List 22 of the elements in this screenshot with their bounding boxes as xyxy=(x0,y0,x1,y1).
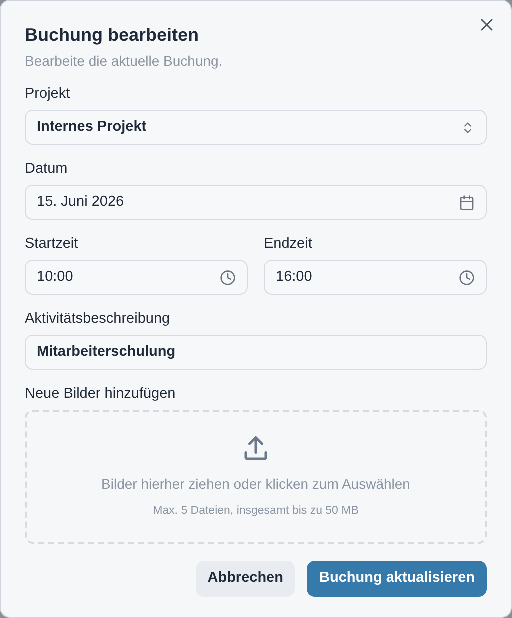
calendar-icon xyxy=(459,194,475,210)
text-field[interactable]: Mitarbeiterschulung xyxy=(25,335,487,370)
dialog-description: Bearbeite die aktuelle Buchung. xyxy=(25,52,223,71)
project-select[interactable]: Internes Projekt xyxy=(25,110,487,145)
field-label: Startzeit xyxy=(25,235,78,254)
time-field[interactable]: 16:00 xyxy=(264,260,487,295)
cancel-button[interactable]: Abbrechen xyxy=(196,561,296,597)
field-label: Datum xyxy=(25,160,68,179)
field-label: Aktivitätsbeschreibung xyxy=(25,310,170,329)
close-icon xyxy=(481,19,493,31)
dialog-title: Buchung bearbeiten xyxy=(25,24,200,47)
date-field[interactable]: 15. Juni 2026 xyxy=(25,185,487,220)
field-label: Endzeit xyxy=(264,235,312,254)
submit-button[interactable]: Buchung aktualisieren xyxy=(307,561,487,597)
close-button[interactable] xyxy=(480,18,494,32)
time-field[interactable]: 10:00 xyxy=(25,260,248,295)
clock-icon xyxy=(220,270,236,286)
field-label: Projekt xyxy=(25,85,70,104)
clock-icon xyxy=(459,270,475,286)
field-label: Neue Bilder hinzufügen xyxy=(25,385,176,404)
upload-hint: Bilder hierher ziehen oder klicken zum Auswählen xyxy=(102,474,410,494)
upload-limit: Max. 5 Dateien, insgesamt bis zu 50 MB xyxy=(153,504,359,519)
